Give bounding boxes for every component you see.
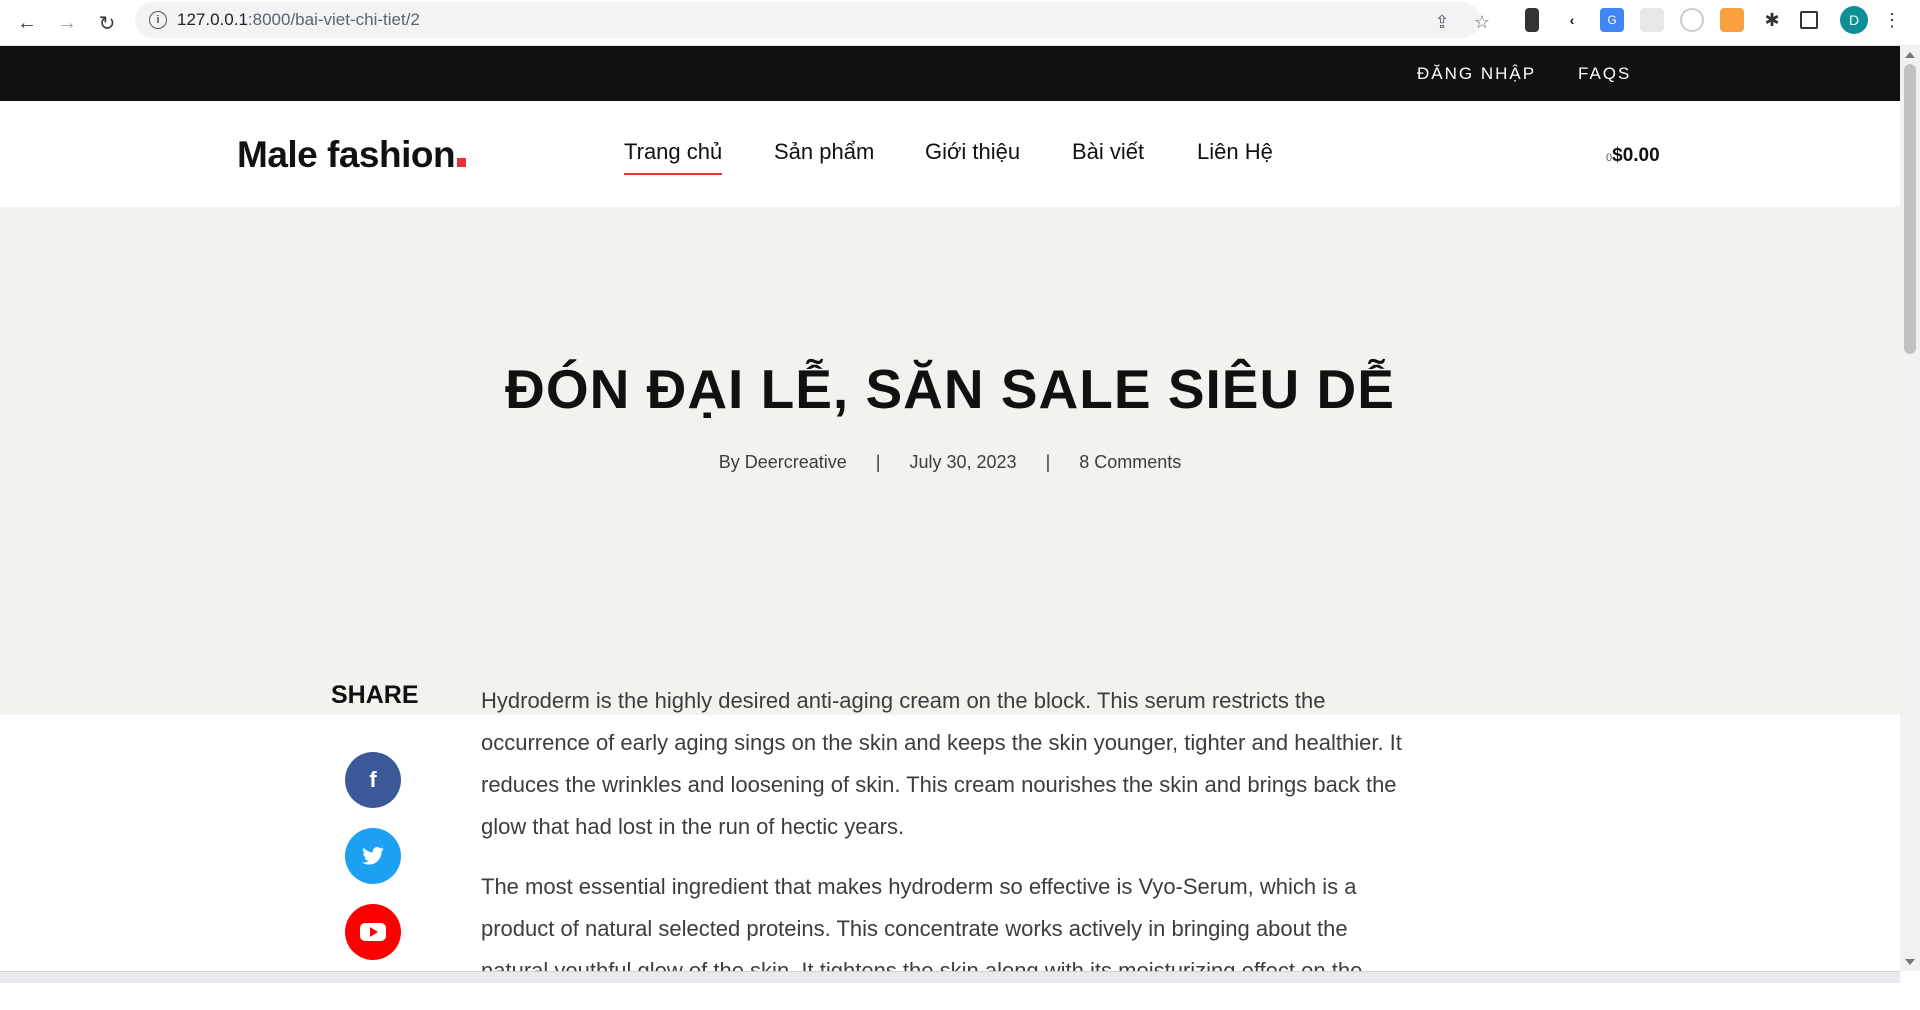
back-arrow-icon[interactable]: ← — [12, 8, 42, 38]
top-bar: ĐĂNG NHẬP FAQS — [0, 46, 1900, 101]
cart-total: $0.00 — [1612, 145, 1660, 166]
youtube-icon — [360, 923, 386, 941]
menu-item-about[interactable]: Giới thiệu — [925, 139, 1020, 165]
scroll-thumb[interactable] — [1904, 64, 1916, 354]
post-comments[interactable]: 8 Comments — [1079, 452, 1181, 472]
meta-separator: | — [875, 452, 881, 472]
share-page-icon[interactable]: ⇪ — [1430, 10, 1454, 34]
reload-icon[interactable]: ↻ — [92, 8, 122, 38]
taskbar-strip — [0, 971, 1900, 983]
faqs-link[interactable]: FAQS — [1578, 64, 1631, 84]
site-header: Male fashion Trang chủ Sản phẩm Giới thi… — [0, 101, 1900, 207]
more-menu-icon[interactable]: ⋮ — [1880, 8, 1904, 32]
address-bar[interactable]: i 127.0.0.1:8000/bai-viet-chi-tiet/2 ⇪ ☆ — [135, 2, 1490, 38]
extension-orange-icon[interactable] — [1720, 8, 1744, 32]
menu-item-products[interactable]: Sản phẩm — [774, 139, 874, 165]
post-author: By Deercreative — [718, 452, 847, 472]
scroll-down-arrow-icon[interactable] — [1905, 959, 1915, 965]
side-panel-icon[interactable] — [1800, 11, 1818, 29]
post-meta: By Deercreative | July 30, 2023 | 8 Comm… — [0, 452, 1900, 473]
blog-hero: ĐÓN ĐẠI LỄ, SĂN SALE SIÊU DỄ By Deercrea… — [0, 207, 1900, 715]
forward-arrow-icon[interactable]: → — [52, 8, 82, 38]
extension-phone-icon[interactable] — [1525, 8, 1539, 32]
url-text[interactable]: 127.0.0.1:8000/bai-viet-chi-tiet/2 — [177, 10, 420, 30]
post-content: Hydroderm is the highly desired anti-agi… — [481, 680, 1413, 1010]
post-date: July 30, 2023 — [909, 452, 1017, 472]
cart-summary[interactable]: 0$0.00 — [1606, 145, 1660, 167]
google-translate-icon[interactable]: G — [1600, 8, 1624, 32]
youtube-share-button[interactable] — [345, 904, 401, 960]
post-paragraph: Hydroderm is the highly desired anti-agi… — [481, 688, 1402, 839]
twitter-share-button[interactable] — [345, 828, 401, 884]
extension-blank-icon[interactable] — [1640, 8, 1664, 32]
menu-item-contact[interactable]: Liên Hệ — [1197, 139, 1273, 165]
post-title: ĐÓN ĐẠI LỄ, SĂN SALE SIÊU DỄ — [505, 358, 1395, 420]
meta-separator: | — [1045, 452, 1051, 472]
facebook-share-button[interactable]: f — [345, 752, 401, 808]
extension-chevron-icon[interactable]: ‹ — [1560, 8, 1584, 32]
facebook-icon: f — [369, 767, 377, 792]
browser-toolbar: ← → ↻ i 127.0.0.1:8000/bai-viet-chi-tiet… — [0, 0, 1920, 46]
menu-item-home[interactable]: Trang chủ — [624, 139, 723, 175]
page-scrollbar[interactable] — [1900, 46, 1920, 971]
site-logo[interactable]: Male fashion — [237, 134, 467, 176]
share-title: SHARE — [331, 681, 419, 709]
site-info-icon[interactable]: i — [149, 11, 167, 29]
scroll-up-arrow-icon[interactable] — [1905, 52, 1915, 58]
bookmark-star-icon[interactable]: ☆ — [1470, 10, 1494, 34]
extensions-puzzle-icon[interactable]: ✱ — [1760, 8, 1784, 32]
twitter-icon — [362, 847, 384, 865]
profile-avatar[interactable]: D — [1840, 6, 1868, 34]
menu-item-blog[interactable]: Bài viết — [1072, 139, 1144, 165]
login-link[interactable]: ĐĂNG NHẬP — [1417, 64, 1536, 84]
extension-circle-icon[interactable] — [1680, 8, 1704, 32]
